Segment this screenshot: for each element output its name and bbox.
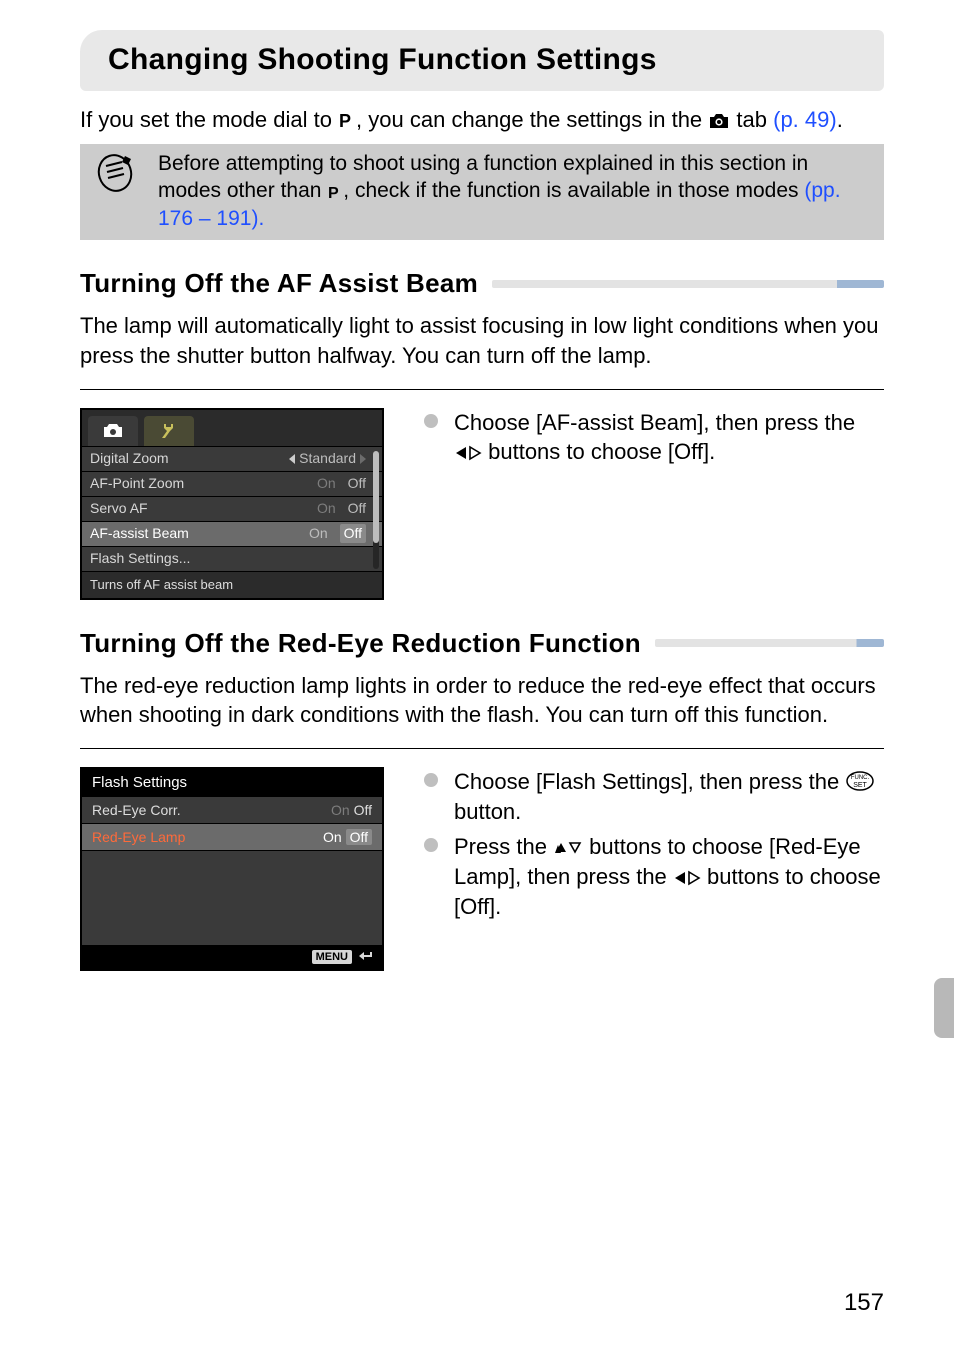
lcd2-off: Off: [346, 829, 372, 845]
lcd2-on: On: [323, 829, 342, 845]
p-mode-icon: P: [338, 112, 356, 130]
lcd-on: On: [317, 499, 336, 518]
block-redeye: Flash Settings Red-Eye Corr. On Off Red-…: [80, 767, 884, 971]
return-icon: [358, 950, 374, 964]
func-set-button-icon: FUNC. SET: [845, 770, 875, 792]
lcd-label: AF-assist Beam: [90, 524, 189, 543]
left-right-buttons-icon: [673, 869, 701, 887]
divider: [80, 389, 884, 390]
note-line1-post: , check if the function is available in …: [343, 179, 804, 202]
intro-post: tab: [736, 107, 773, 132]
heading-rule: [492, 280, 884, 288]
steps-af: Choose [AF-assist Beam], then press the …: [424, 408, 884, 473]
lcd-off: Off: [348, 499, 366, 518]
note-pp-sep: –: [193, 207, 216, 230]
heading-rule: [655, 639, 884, 647]
note-pp-a[interactable]: 176: [158, 207, 193, 230]
lcd-row-flashsettings[interactable]: Flash Settings...: [82, 546, 382, 571]
step-text: Choose [AF-assist Beam], then press the: [454, 410, 855, 435]
intro-mid: , you can change the settings in the: [356, 107, 708, 132]
lcd-label: Servo AF: [90, 499, 148, 518]
up-down-buttons-icon: [553, 839, 583, 857]
lcd-tab-camera[interactable]: [88, 416, 138, 446]
section-body-af: The lamp will automatically light to ass…: [80, 311, 884, 370]
lcd-on: On: [317, 474, 336, 493]
section-heading-redeye: Turning Off the Red-Eye Reduction Functi…: [80, 626, 884, 661]
section-title-redeye: Turning Off the Red-Eye Reduction Functi…: [80, 626, 641, 661]
step-item: Choose [AF-assist Beam], then press the …: [424, 408, 884, 467]
note-pp-open: (pp.: [804, 179, 840, 202]
note-icon: [90, 150, 140, 232]
section-body-redeye: The red-eye reduction lamp lights in ord…: [80, 671, 884, 730]
lcd-row-servoaf[interactable]: Servo AF On Off: [82, 496, 382, 521]
steps-redeye: Choose [Flash Settings], then press the …: [424, 767, 884, 927]
left-right-buttons-icon: [454, 444, 482, 462]
chevron-left-icon: [289, 454, 295, 464]
lcd-panel: Flash Settings Red-Eye Corr. On Off Red-…: [80, 767, 384, 971]
section-heading-af: Turning Off the AF Assist Beam: [80, 266, 884, 301]
edge-tab: [934, 978, 954, 1038]
lcd-on: On: [309, 524, 328, 543]
page-title: Changing Shooting Function Settings: [108, 40, 864, 81]
svg-text:SET: SET: [854, 782, 868, 789]
note-text: Before attempting to shoot using a funct…: [158, 150, 874, 232]
lcd-tabbar: [82, 410, 382, 446]
step-text: buttons to choose [Off].: [488, 439, 715, 464]
intro-paragraph: If you set the mode dial to P , you can …: [80, 105, 884, 135]
lcd2-on: On: [331, 802, 350, 818]
lcd-row-afpointzoom[interactable]: AF-Point Zoom On Off: [82, 471, 382, 496]
lcd-scrollbar[interactable]: [373, 451, 379, 569]
page-title-banner: Changing Shooting Function Settings: [80, 30, 884, 91]
menu-badge[interactable]: MENU: [312, 950, 352, 965]
lcd2-label: Red-Eye Corr.: [92, 801, 181, 820]
lcd-help: Turns off AF assist beam: [82, 571, 382, 598]
lcd2-footer: MENU: [82, 945, 382, 969]
section-title-af: Turning Off the AF Assist Beam: [80, 266, 478, 301]
chevron-right-icon: [360, 454, 366, 464]
lcd2-title: Flash Settings: [82, 769, 382, 797]
svg-text:P: P: [339, 112, 351, 130]
lcd-panel: Digital Zoom Standard AF-Point Zoom On O…: [80, 408, 384, 600]
divider: [80, 748, 884, 749]
lcd2-rows: Red-Eye Corr. On Off Red-Eye Lamp On Off: [82, 797, 382, 945]
step-text: button.: [454, 799, 521, 824]
camera-tab-icon: [708, 112, 730, 130]
note-pp-b[interactable]: 191: [216, 207, 251, 230]
lcd2-row-redeyelamp[interactable]: Red-Eye Lamp On Off: [82, 824, 382, 851]
svg-text:P: P: [328, 185, 339, 200]
lcd-body: Digital Zoom Standard AF-Point Zoom On O…: [82, 446, 382, 571]
lcd-screenshot-af: Digital Zoom Standard AF-Point Zoom On O…: [80, 408, 384, 600]
note-pp-close: ).: [251, 207, 264, 230]
p-mode-icon: P: [327, 184, 343, 200]
lcd-label: Flash Settings...: [90, 549, 190, 568]
lcd-label: Digital Zoom: [90, 449, 169, 468]
step-item: Press the buttons to choose [Red-Eye Lam…: [424, 832, 884, 921]
svg-text:FUNC.: FUNC.: [851, 775, 870, 781]
lcd-off: Off: [348, 474, 366, 493]
note-box: Before attempting to shoot using a funct…: [80, 144, 884, 240]
lcd-row-afassist[interactable]: AF-assist Beam On Off: [82, 521, 382, 546]
lcd-screenshot-redeye: Flash Settings Red-Eye Corr. On Off Red-…: [80, 767, 384, 971]
block-af: Digital Zoom Standard AF-Point Zoom On O…: [80, 408, 884, 600]
intro-pageref-link[interactable]: (p. 49): [773, 107, 837, 132]
step-text: Press the: [454, 834, 553, 859]
intro-period: .: [837, 107, 843, 132]
page-number: 157: [844, 1287, 884, 1319]
lcd-label: AF-Point Zoom: [90, 474, 184, 493]
step-item: Choose [Flash Settings], then press the …: [424, 767, 884, 826]
lcd-off: Off: [340, 524, 366, 543]
step-text: Choose [Flash Settings], then press the: [454, 769, 845, 794]
lcd-tab-tools[interactable]: [144, 416, 194, 446]
lcd2-label: Red-Eye Lamp: [92, 828, 185, 847]
lcd2-off: Off: [354, 802, 372, 818]
lcd-value: Standard: [299, 449, 356, 468]
intro-pre: If you set the mode dial to: [80, 107, 338, 132]
lcd2-row-redeyecorr[interactable]: Red-Eye Corr. On Off: [82, 797, 382, 824]
lcd-row-digitalzoom[interactable]: Digital Zoom Standard: [82, 447, 382, 471]
